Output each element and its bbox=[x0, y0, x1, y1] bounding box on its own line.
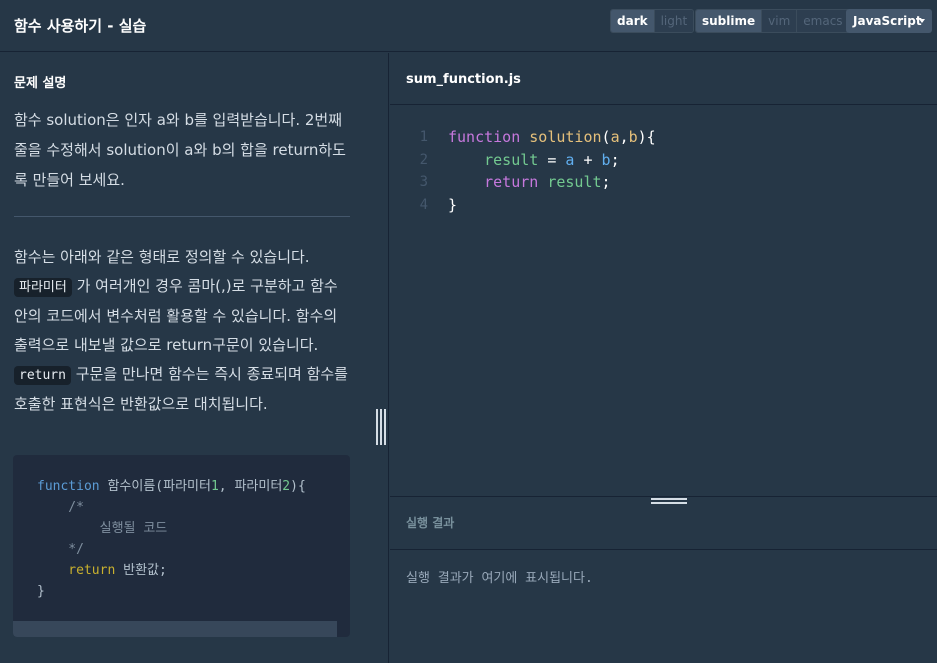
keymap-emacs-button[interactable]: emacs bbox=[797, 10, 849, 32]
code-text: } bbox=[37, 584, 45, 599]
line-content: function solution(a,b){ bbox=[448, 128, 656, 146]
result-title: 실행 결과 bbox=[406, 516, 455, 530]
result-panel: 실행 결과가 여기에 표시됩니다. bbox=[390, 551, 937, 663]
language-select-label: JavaScript bbox=[853, 14, 922, 28]
example-code: function 함수이름(파라미터1, 파라미터2){ /* 실행될 코드 *… bbox=[37, 476, 306, 602]
explanation-line: 함수는 아래와 같은 형태로 정의할 수 있습니다. bbox=[14, 248, 310, 266]
keymap-vim-button[interactable]: vim bbox=[762, 10, 798, 32]
example-code-block: function 함수이름(파라미터1, 파라미터2){ /* 실행될 코드 *… bbox=[13, 455, 350, 637]
horizontal-resize-handle[interactable] bbox=[651, 498, 687, 508]
code-lines: 1 function solution(a,b){ 2 result = a +… bbox=[390, 126, 656, 216]
line-number: 2 bbox=[419, 151, 428, 168]
keymap-sublime-button[interactable]: sublime bbox=[696, 10, 763, 32]
code-text: 함수이름(파라미터 bbox=[99, 479, 211, 494]
file-name: sum_function.js bbox=[406, 72, 521, 87]
top-bar: 함수 사용하기 - 실습 dark light sublime vim emac… bbox=[0, 0, 937, 52]
code-line: 1 function solution(a,b){ bbox=[390, 126, 656, 149]
language-select[interactable]: JavaScript bbox=[846, 9, 932, 33]
divider bbox=[14, 216, 350, 217]
horizontal-scrollbar[interactable] bbox=[13, 621, 337, 637]
code-comment: */ bbox=[37, 542, 84, 557]
code-line: 3 return result; bbox=[390, 171, 656, 194]
line-number: 3 bbox=[419, 174, 428, 190]
code-keyword: return bbox=[37, 563, 116, 578]
description-title: 문제 설명 bbox=[14, 76, 67, 91]
code-editor[interactable]: 1 function solution(a,b){ 2 result = a +… bbox=[390, 106, 937, 496]
line-content: return result; bbox=[484, 173, 611, 191]
description-panel[interactable]: 문제 설명 함수 solution은 인자 a와 b를 입력받습니다. 2번째 … bbox=[0, 53, 389, 663]
line-number: 4 bbox=[419, 196, 428, 213]
code-line: 4 } bbox=[390, 194, 656, 217]
theme-dark-button[interactable]: dark bbox=[611, 10, 655, 32]
keymap-toggle: sublime vim emacs bbox=[695, 9, 850, 33]
code-text: 반환값; bbox=[115, 563, 167, 578]
code-text: ){ bbox=[290, 479, 306, 494]
code-number: 2 bbox=[282, 479, 291, 494]
code-comment: /* bbox=[37, 500, 84, 515]
page-title: 함수 사용하기 - 실습 bbox=[14, 17, 147, 35]
code-text: , 파라미터 bbox=[218, 479, 283, 494]
theme-toggle: dark light bbox=[610, 9, 695, 33]
code-number: 1 bbox=[210, 479, 219, 494]
code-comment: 실행될 코드 bbox=[37, 521, 168, 536]
editor-header: sum_function.js bbox=[390, 53, 937, 105]
theme-light-button[interactable]: light bbox=[654, 10, 694, 32]
inline-code-param: 파라미터 bbox=[14, 278, 72, 297]
line-content: result = a + b; bbox=[484, 150, 620, 169]
inline-code-return: return bbox=[14, 366, 71, 385]
code-keyword: function bbox=[37, 479, 100, 494]
chevron-down-icon bbox=[919, 19, 925, 23]
code-line: 2 result = a + b; bbox=[390, 149, 656, 172]
vertical-resize-handle[interactable] bbox=[376, 409, 386, 445]
line-content: } bbox=[448, 195, 458, 214]
explanation-paragraph: 함수는 아래와 같은 형태로 정의할 수 있습니다. 파라미터 가 여러개인 경… bbox=[14, 243, 350, 419]
description-paragraph: 함수 solution은 인자 a와 b를 입력받습니다. 2번째 줄을 수정해… bbox=[14, 111, 346, 189]
result-output: 실행 결과가 여기에 표시됩니다. bbox=[406, 571, 593, 586]
line-number: 1 bbox=[419, 129, 428, 145]
